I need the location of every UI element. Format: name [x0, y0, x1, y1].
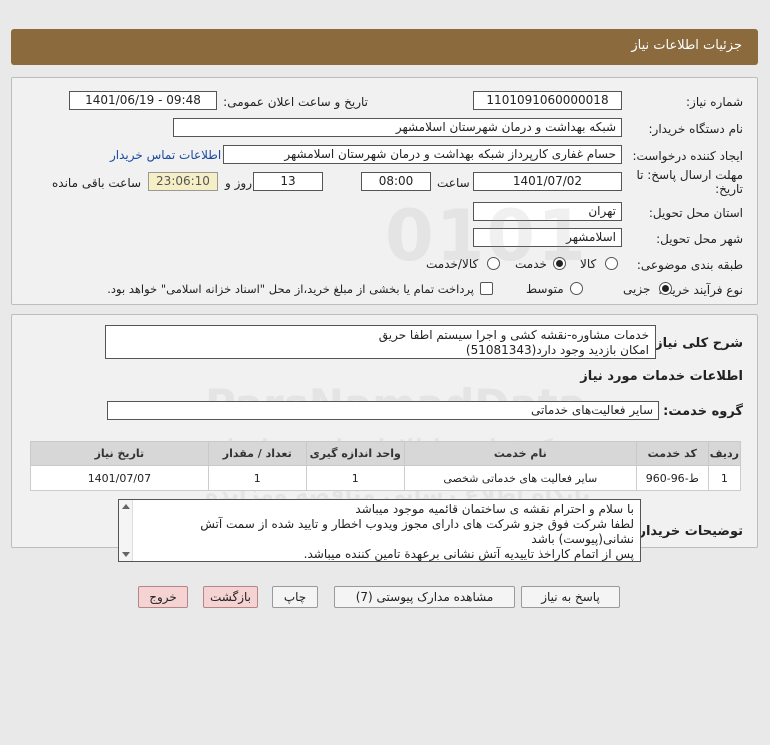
need-number-field: 1101091060000018 [473, 91, 622, 110]
process-radio-minor[interactable] [659, 282, 672, 295]
category-option-goods: کالا [580, 257, 597, 271]
services-section-title: اطلاعات خدمات مورد نیاز [580, 369, 743, 384]
general-desc-box: خدمات مشاوره-نقشه کشی و اجرا سیستم اطفا … [105, 325, 656, 359]
need-number-label: شماره نیاز: [686, 95, 743, 109]
category-radio-goods-service[interactable] [487, 257, 500, 270]
cell-service-code: ط-96-960 [635, 465, 709, 491]
general-desc-label: شرح کلی نیاز: [649, 336, 743, 351]
requester-label: ایجاد کننده درخواست: [632, 149, 743, 163]
treasury-checkbox[interactable] [480, 282, 493, 295]
announce-datetime-label: تاریخ و ساعت اعلان عمومی: [223, 95, 368, 109]
process-radio-medium[interactable] [570, 282, 583, 295]
general-desc-line-1: خدمات مشاوره-نقشه کشی و اجرا سیستم اطفا … [378, 328, 649, 342]
buyer-notes-scrollbar[interactable] [119, 500, 133, 561]
print-button[interactable]: چاپ [272, 586, 318, 608]
category-label: طبقه بندی موضوعی: [636, 258, 743, 272]
scroll-down-icon[interactable] [122, 552, 130, 557]
general-desc-line-2: امکان بازدید وجود دارد(51081343) [465, 343, 649, 357]
service-group-field: سایر فعالیت‌های خدماتی [107, 401, 659, 420]
scroll-up-icon[interactable] [122, 504, 130, 509]
deadline-label-line2: تاریخ: [715, 182, 743, 196]
delivery-city-field: اسلامشهر [473, 228, 622, 247]
delivery-city-label: شهر محل تحویل: [656, 232, 743, 246]
back-button[interactable]: بازگشت [203, 586, 258, 608]
category-radio-service[interactable] [553, 257, 566, 270]
col-row: ردیف [707, 441, 742, 466]
col-need-date: تاریخ نیاز [30, 441, 209, 466]
services-table: ردیف کد خدمت نام خدمت واحد اندازه گیری ت… [30, 441, 742, 491]
buyer-notes-line-2: لطفا شرکت فوق جزو شرکت های دارای مجوز وی… [200, 517, 634, 531]
remaining-days-label: روز و [225, 176, 252, 190]
process-option-medium: متوسط [526, 282, 564, 296]
buyer-contact-link[interactable]: اطلاعات تماس خریدار [110, 148, 221, 162]
buyer-notes-line-4: پس از اتمام کاراخذ تاییدیه آتش نشانی برع… [303, 547, 634, 561]
view-attachments-button[interactable]: مشاهده مدارک پیوستی (7) [334, 586, 515, 608]
cell-unit: 1 [305, 465, 405, 491]
exit-button[interactable]: خروج [138, 586, 188, 608]
remaining-time-field: 23:06:10 [148, 172, 218, 191]
cell-quantity: 1 [207, 465, 307, 491]
buyer-org-label: نام دستگاه خریدار: [648, 122, 744, 136]
table-header-row: ردیف کد خدمت نام خدمت واحد اندازه گیری ت… [30, 441, 742, 466]
deadline-label-line1: مهلت ارسال پاسخ: تا [636, 168, 743, 182]
buyer-notes-label: توضیحات خریدار: [633, 524, 743, 539]
col-service-name: نام خدمت [403, 441, 637, 466]
remaining-days-field: 13 [253, 172, 323, 191]
col-quantity: تعداد / مقدار [207, 441, 307, 466]
buyer-notes-line-3: نشانی(پیوست) باشد [531, 532, 634, 546]
category-radio-goods[interactable] [605, 257, 618, 270]
col-service-code: کد خدمت [635, 441, 709, 466]
category-option-goods-service: کالا/خدمت [426, 257, 479, 271]
delivery-province-field: تهران [473, 202, 622, 221]
cell-service-name: سایر فعالیت های خدماتی شخصی [403, 465, 637, 491]
remaining-time-label: ساعت باقی مانده [52, 176, 142, 190]
delivery-province-label: استان محل تحویل: [648, 206, 743, 220]
deadline-time-field: 08:00 [361, 172, 431, 191]
buyer-org-field: شبکه بهداشت و درمان شهرستان اسلامشهر [173, 118, 622, 137]
reply-button[interactable]: پاسخ به نیاز [521, 586, 620, 608]
page-title-bar: جزئیات اطلاعات نیاز [11, 29, 758, 65]
table-row: 1 ط-96-960 سایر فعالیت های خدماتی شخصی 1… [30, 465, 742, 491]
category-option-service: خدمت [515, 257, 547, 271]
buyer-notes-line-1: با سلام و احترام نقشه ی ساختمان قائمیه م… [355, 502, 634, 516]
buyer-notes-box[interactable]: با سلام و احترام نقشه ی ساختمان قائمیه م… [118, 499, 641, 562]
deadline-date-field: 1401/07/02 [473, 172, 622, 191]
requester-field: حسام غفاری کارپرداز شبکه بهداشت و درمان … [223, 145, 622, 164]
announce-datetime-field: 1401/06/19 - 09:48 [69, 91, 217, 110]
process-option-minor: جزیی [623, 282, 651, 296]
treasury-note: پرداخت تمام یا بخشی از مبلغ خرید،از محل … [107, 282, 474, 296]
cell-need-date: 1401/07/07 [30, 465, 209, 491]
service-group-label: گروه خدمت: [663, 404, 743, 419]
deadline-time-label: ساعت [437, 176, 470, 190]
cell-row: 1 [707, 465, 742, 491]
page-title: جزئیات اطلاعات نیاز [631, 38, 742, 53]
col-unit: واحد اندازه گیری [305, 441, 405, 466]
